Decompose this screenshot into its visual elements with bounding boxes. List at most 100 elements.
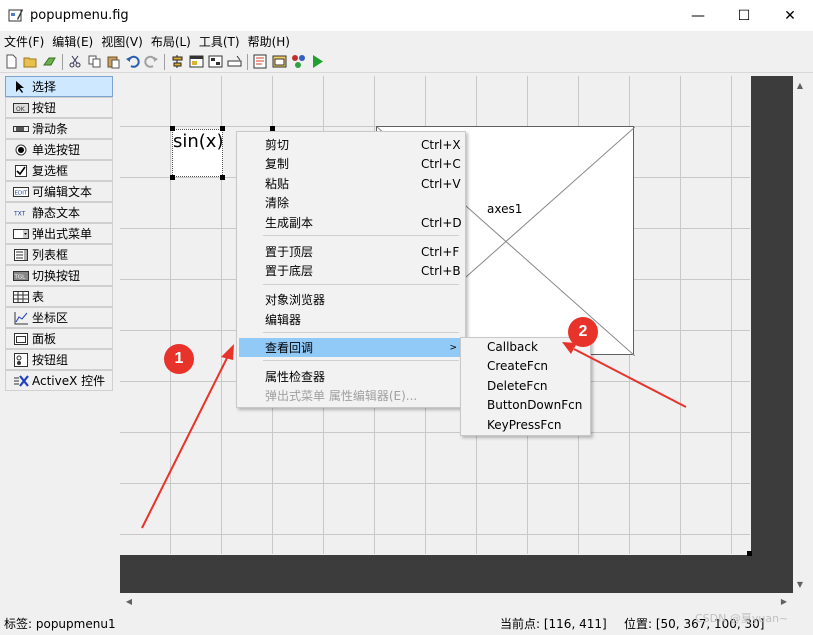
toggle-button-icon: TGL <box>12 269 30 283</box>
menu-item-view-callbacks[interactable]: 查看回调 > <box>239 338 463 357</box>
menu-item-label: 查看回调 <box>265 341 314 355</box>
menu-item-cut[interactable]: 剪切 Ctrl+X <box>239 135 463 154</box>
toolbar-separator <box>62 53 63 70</box>
palette-item-push-button[interactable]: OK 按钮 <box>5 97 113 118</box>
menu-item-clear[interactable]: 清除 <box>239 193 463 212</box>
palette-label: 坐标区 <box>32 311 69 325</box>
maximize-button[interactable]: ☐ <box>721 0 767 31</box>
scroll-down-arrow-icon[interactable]: ▼ <box>793 577 807 591</box>
palette-item-slider[interactable]: 滑动条 <box>5 118 113 139</box>
static-text-icon: TXT <box>12 206 30 220</box>
palette-item-panel[interactable]: 面板 <box>5 328 113 349</box>
menu-help[interactable]: 帮助(H) <box>248 33 290 50</box>
submenu-item-callback[interactable]: Callback <box>487 340 538 354</box>
menu-item-shortcut: Ctrl+C <box>421 156 461 171</box>
copy-icon[interactable] <box>85 53 104 71</box>
palette-item-radio[interactable]: 单选按钮 <box>5 139 113 160</box>
new-file-icon[interactable] <box>2 53 21 71</box>
palette-item-listbox[interactable]: 列表框 <box>5 244 113 265</box>
run-icon[interactable] <box>308 53 327 71</box>
menu-item-copy[interactable]: 复制 Ctrl+C <box>239 154 463 173</box>
selection-handle[interactable] <box>220 126 225 131</box>
palette-item-popup-menu[interactable]: 弹出式菜单 <box>5 223 113 244</box>
listbox-icon <box>12 248 30 262</box>
toolbar-separator <box>164 53 165 70</box>
menu-item-label: 剪切 <box>265 138 290 152</box>
annotation-badge-2: 2 <box>568 317 598 347</box>
palette-item-checkbox[interactable]: 复选框 <box>5 160 113 181</box>
status-bar: 标签: popupmenu1 当前点: [116, 411] 位置: [50, … <box>0 612 813 635</box>
mfile-editor-icon[interactable] <box>251 53 270 71</box>
svg-text:TXT: TXT <box>13 210 26 217</box>
menu-item-label: 弹出式菜单 属性编辑器(E)... <box>265 389 418 403</box>
palette-label: 单选按钮 <box>32 143 81 157</box>
selection-handle[interactable] <box>170 175 175 180</box>
palette-label: 切换按钮 <box>32 269 81 283</box>
annotation-badge-1: 1 <box>164 344 194 374</box>
selection-handle[interactable] <box>220 175 225 180</box>
menu-item-editor[interactable]: 编辑器 <box>239 310 463 329</box>
toolbar-editor-icon[interactable] <box>225 53 244 71</box>
pointer-icon <box>12 80 30 94</box>
menu-item-shortcut: Ctrl+X <box>421 137 461 152</box>
scroll-right-arrow-icon[interactable]: ▶ <box>777 594 791 608</box>
menu-item-label: 属性检查器 <box>265 370 326 384</box>
menu-layout[interactable]: 布局(L) <box>151 33 191 50</box>
palette-item-edit-text[interactable]: EDIT 可编辑文本 <box>5 181 113 202</box>
menu-item-send-to-back[interactable]: 置于底层 Ctrl+B <box>239 261 463 280</box>
menu-view[interactable]: 视图(V) <box>101 33 143 50</box>
palette-item-select[interactable]: 选择 <box>5 76 113 97</box>
toolbar <box>0 51 813 73</box>
menu-item-property-inspector[interactable]: 属性检查器 <box>239 367 463 386</box>
palette-item-activex[interactable]: ActiveX 控件 <box>5 370 113 391</box>
menu-item-shortcut: Ctrl+F <box>421 244 460 259</box>
palette-item-axes[interactable]: 坐标区 <box>5 307 113 328</box>
property-inspector-icon[interactable] <box>270 53 289 71</box>
vertical-scrollbar[interactable]: ▲ ▼ <box>793 76 807 593</box>
axes-label: axes1 <box>487 202 523 216</box>
save-icon[interactable] <box>40 53 59 71</box>
push-button-icon: OK <box>12 101 30 115</box>
menu-item-label: 复制 <box>265 157 290 171</box>
guide-app-icon <box>8 7 24 23</box>
tab-order-icon[interactable] <box>206 53 225 71</box>
object-browser-icon[interactable] <box>289 53 308 71</box>
menu-item-duplicate[interactable]: 生成副本 Ctrl+D <box>239 213 463 232</box>
cut-icon[interactable] <box>66 53 85 71</box>
menu-item-paste[interactable]: 粘贴 Ctrl+V <box>239 174 463 193</box>
paste-icon[interactable] <box>104 53 123 71</box>
panel-icon <box>12 332 30 346</box>
minimize-button[interactable]: — <box>675 0 721 31</box>
menu-item-object-browser[interactable]: 对象浏览器 <box>239 290 463 309</box>
scroll-up-arrow-icon[interactable]: ▲ <box>793 78 807 92</box>
submenu-item-deletefcn[interactable]: DeleteFcn <box>487 379 548 393</box>
axes-icon <box>12 311 30 325</box>
palette-item-toggle-button[interactable]: TGL 切换按钮 <box>5 265 113 286</box>
palette-label: 面板 <box>32 332 57 346</box>
status-tag: 标签: popupmenu1 <box>4 617 116 631</box>
figure-resize-handle[interactable] <box>747 551 752 556</box>
menu-item-bring-to-front[interactable]: 置于顶层 Ctrl+F <box>239 242 463 261</box>
horizontal-scrollbar[interactable]: ◀ ▶ <box>120 593 793 610</box>
palette-item-button-group[interactable]: 按钮组 <box>5 349 113 370</box>
scroll-left-arrow-icon[interactable]: ◀ <box>122 594 136 608</box>
redo-icon[interactable] <box>142 53 161 71</box>
menu-edit[interactable]: 编辑(E) <box>52 33 93 50</box>
menu-tools[interactable]: 工具(T) <box>199 33 240 50</box>
submenu-item-keypressfcn[interactable]: KeyPressFcn <box>487 418 561 432</box>
undo-icon[interactable] <box>123 53 142 71</box>
close-button[interactable]: ✕ <box>767 0 813 31</box>
align-icon[interactable] <box>168 53 187 71</box>
palette-item-static-text[interactable]: TXT 静态文本 <box>5 202 113 223</box>
menu-file[interactable]: 文件(F) <box>4 33 44 50</box>
static-text-widget[interactable]: sin(x) <box>172 129 223 177</box>
submenu-item-createfcn[interactable]: CreateFcn <box>487 359 548 373</box>
menu-item-shortcut: Ctrl+V <box>421 176 461 191</box>
submenu-item-buttondownfcn[interactable]: ButtonDownFcn <box>487 398 582 412</box>
palette-item-table[interactable]: 表 <box>5 286 113 307</box>
open-folder-icon[interactable] <box>21 53 40 71</box>
menu-editor-icon[interactable] <box>187 53 206 71</box>
popup-menu-icon <box>12 227 30 241</box>
selection-handle[interactable] <box>170 126 175 131</box>
palette-label: 可编辑文本 <box>32 185 93 199</box>
